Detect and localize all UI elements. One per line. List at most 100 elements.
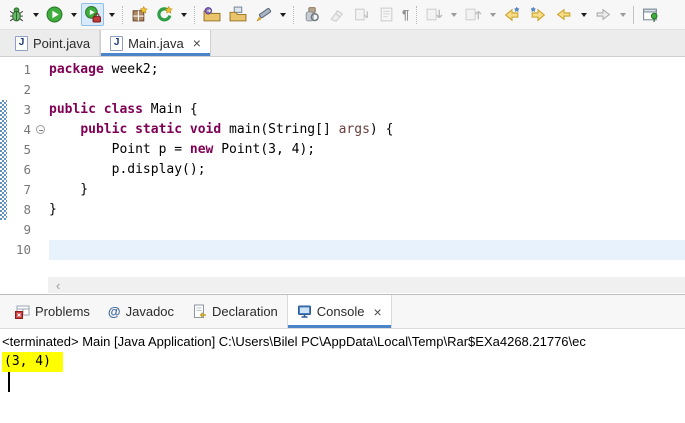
toolbar-separator (293, 5, 294, 24)
code-lines: 1 package week2; 2 3 public class Main {4 pu… (0, 60, 685, 260)
console-output-text: (3, 4) (2, 352, 63, 372)
editor-tab-bar: J Point.java J Main.java × (0, 30, 685, 57)
close-tab-icon[interactable]: × (193, 36, 201, 50)
tab-main-java[interactable]: J Main.java × (100, 30, 211, 56)
fold-column (34, 100, 49, 120)
code-line[interactable]: 5 Point p = new Point(3, 4); (0, 140, 685, 160)
change-indicator (0, 220, 7, 240)
line-number: 9 (23, 222, 31, 237)
code-line[interactable]: 3 public class Main { (0, 100, 685, 120)
export-button[interactable] (226, 3, 250, 26)
previous-annotation-dropdown-icon[interactable] (490, 12, 497, 17)
code-line[interactable]: 4 public static void main(String[] args)… (0, 120, 685, 140)
back-button[interactable] (552, 3, 576, 26)
next-edit-location-button[interactable] (526, 3, 550, 26)
search-button[interactable] (299, 3, 323, 26)
tab-problems[interactable]: Problems (6, 295, 99, 328)
fold-column (34, 200, 49, 220)
new-java-project-button[interactable] (128, 3, 151, 26)
code-line[interactable]: 6 p.display(); (0, 160, 685, 180)
java-file-icon: J (15, 35, 28, 51)
next-annotation-button[interactable] (422, 3, 446, 26)
code-text[interactable]: } (49, 200, 685, 220)
code-text[interactable]: package week2; (49, 60, 685, 80)
run-coverage-dropdown-icon[interactable] (109, 12, 115, 17)
format-pen-dropdown-icon[interactable] (280, 12, 286, 17)
line-number: 8 (23, 202, 31, 217)
code-line[interactable]: 8} (0, 200, 685, 220)
next-edit-location-icon (530, 6, 546, 22)
code-text[interactable]: } (49, 180, 685, 200)
code-text[interactable]: p.display(); (49, 160, 685, 180)
code-editor[interactable]: 1 package week2; 2 3 public class Main {4 pu… (0, 57, 685, 295)
new-java-project-icon (132, 6, 148, 22)
debug-icon (9, 7, 24, 22)
new-wizard-button[interactable] (153, 3, 176, 26)
line-number: 4 (23, 122, 31, 137)
code-text[interactable]: public static void main(String[] args) { (49, 120, 685, 140)
tab-label: Javadoc (125, 304, 175, 319)
new-wizard-icon (157, 6, 173, 22)
close-tab-icon[interactable]: × (374, 305, 382, 319)
tab-console[interactable]: Console × (286, 295, 392, 328)
console-output-line: (3, 4) (2, 351, 685, 372)
scroll-left-icon[interactable]: ‹ (48, 279, 60, 292)
pin-editor-button[interactable] (639, 3, 663, 26)
code-text[interactable]: Point p = new Point(3, 4); (49, 140, 685, 160)
tab-label: Declaration (212, 304, 278, 319)
line-number: 5 (23, 142, 31, 157)
run-dropdown-icon[interactable] (71, 12, 77, 17)
console-header: <terminated> Main [Java Application] C:\… (2, 334, 586, 349)
horizontal-scrollbar[interactable]: ‹ (48, 277, 685, 293)
change-indicator (0, 140, 7, 160)
line-number: 10 (15, 242, 31, 257)
source-document-icon (380, 7, 393, 22)
run-button[interactable] (43, 3, 66, 26)
back-icon (556, 8, 571, 21)
console-output-area[interactable]: <terminated> Main [Java Application] C:\… (0, 329, 685, 423)
collapse-icon[interactable] (36, 125, 45, 134)
eraser-icon (330, 10, 344, 23)
code-line[interactable]: 10 (0, 240, 685, 260)
code-text[interactable]: public class Main { (49, 100, 685, 120)
declaration-icon (194, 304, 207, 318)
link-with-editor-button[interactable] (350, 3, 373, 26)
code-text[interactable] (49, 240, 685, 260)
import-button[interactable] (200, 3, 224, 26)
java-file-icon: J (110, 35, 124, 51)
show-whitespace-icon[interactable]: ¶ (399, 7, 412, 22)
next-annotation-dropdown-icon[interactable] (451, 12, 458, 17)
code-line[interactable]: 9 (0, 220, 685, 240)
run-coverage-button[interactable] (81, 3, 104, 26)
fold-column (34, 160, 49, 180)
forward-dropdown-icon[interactable] (620, 12, 627, 17)
previous-annotation-button[interactable] (461, 3, 485, 26)
tab-declaration[interactable]: Declaration (183, 295, 287, 328)
code-line[interactable]: 7 } (0, 180, 685, 200)
problems-icon (15, 305, 30, 319)
console-icon (297, 305, 311, 318)
import-icon (203, 7, 221, 22)
fold-column (34, 240, 49, 260)
format-pen-button[interactable] (252, 3, 275, 26)
code-line[interactable]: 1 package week2; (0, 60, 685, 80)
code-text[interactable] (49, 220, 685, 240)
code-line[interactable]: 2 (0, 80, 685, 100)
forward-button[interactable] (591, 3, 615, 26)
back-dropdown-icon[interactable] (581, 12, 588, 17)
debug-button[interactable] (5, 3, 28, 26)
clear-button[interactable] (325, 3, 348, 26)
change-indicator (0, 100, 7, 120)
code-text[interactable] (49, 80, 685, 100)
show-source-button[interactable] (375, 3, 398, 26)
console-tab-bar: Problems @ Javadoc Declaration Console × (0, 295, 685, 329)
new-wizard-dropdown-icon[interactable] (181, 12, 187, 17)
tab-point-java[interactable]: J Point.java (6, 30, 101, 56)
fold-column (34, 140, 49, 160)
main-toolbar: ¶ (0, 0, 685, 30)
tab-javadoc[interactable]: @ Javadoc (99, 295, 183, 328)
tab-label: Main.java (128, 35, 184, 51)
last-edit-location-button[interactable] (500, 3, 524, 26)
debug-dropdown-icon[interactable] (33, 12, 39, 17)
fold-column (34, 180, 49, 200)
